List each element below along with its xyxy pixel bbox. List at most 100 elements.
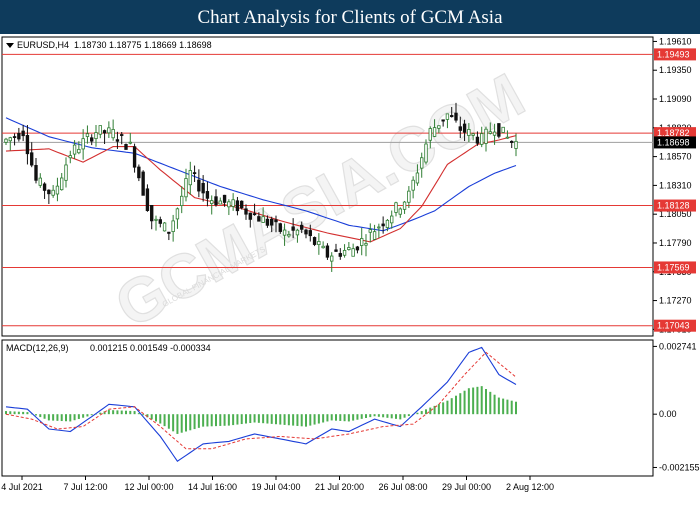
level-price-label: 1.18128 [657, 201, 690, 211]
candle-body [338, 253, 342, 257]
macd-hist-bar [313, 414, 316, 425]
macd-hist-bar [515, 401, 517, 415]
macd-hist-bar [339, 414, 342, 421]
macd-hist-bar [82, 414, 85, 418]
candle-body [38, 177, 42, 186]
candle-body [351, 248, 355, 257]
candle-body [501, 126, 505, 133]
macd-hist-bar [13, 411, 16, 415]
macd-hist-bar [296, 414, 299, 426]
macd-hist-bar [150, 414, 153, 420]
candle-body [484, 128, 488, 144]
macd-hist-bar [292, 414, 295, 426]
macd-hist-bar [442, 402, 445, 415]
candle-body [162, 222, 167, 232]
candle-body [372, 231, 377, 240]
candle-body [505, 136, 510, 139]
candle-body [432, 127, 437, 137]
macd-hist-bar [253, 414, 256, 423]
candle-body [111, 129, 115, 139]
macd-hist-bar [43, 414, 46, 419]
macd-hist-bar [335, 414, 337, 421]
candle-body [137, 166, 141, 179]
candle-body [415, 172, 420, 184]
macd-hist-bar [163, 414, 166, 427]
candle-body [342, 250, 347, 256]
x-tick-label: 2 Aug 12:00 [506, 482, 554, 492]
candle-body [102, 130, 107, 134]
level-price-label: 1.17043 [657, 321, 690, 331]
macd-hist-bar [69, 414, 72, 422]
macd-hist-bar [60, 414, 63, 422]
trading-chart[interactable]: 1.196101.193501.190901.188301.185701.183… [0, 34, 700, 500]
candle-body [55, 185, 60, 195]
candle-body [244, 208, 248, 215]
macd-hist-bar [210, 414, 213, 427]
macd-panel[interactable] [1, 339, 654, 477]
macd-hist-bar [176, 414, 179, 434]
macd-hist-bar [455, 395, 457, 415]
macd-hist-bar [56, 414, 59, 421]
macd-hist-bar [125, 410, 127, 415]
candle-body [60, 177, 64, 191]
macd-hist-bar [467, 388, 470, 415]
candle-body [270, 218, 274, 226]
macd-hist-bar [116, 410, 119, 415]
macd-hist-bar [245, 414, 247, 424]
macd-hist-bar [73, 414, 76, 421]
candle-body [402, 201, 407, 210]
candle-body [128, 141, 132, 144]
candle-body [510, 140, 514, 143]
macd-hist-bar [5, 411, 7, 415]
candle-body [265, 218, 270, 226]
price-y-tick-label: 1.19090 [659, 94, 692, 104]
candle-body [488, 131, 492, 134]
macd-title: MACD(12,26,9) [6, 343, 69, 353]
candle-body [334, 249, 338, 252]
macd-hist-bar [52, 414, 55, 421]
macd-hist-bar [193, 414, 196, 430]
macd-hist-bar [17, 411, 20, 415]
candle-body [471, 133, 475, 136]
candle-body [235, 200, 240, 212]
level-price-label: 1.19493 [657, 49, 690, 59]
price-y-tick-label: 1.18570 [659, 152, 692, 162]
candle-body [368, 229, 372, 233]
candle-body [21, 130, 25, 137]
x-axis: 4 Jul 2021 7 Jul 12:00 12 Jul 00:00 14 Jul … [1, 476, 554, 492]
macd-hist-bar [399, 414, 402, 420]
ohlc-values: 1.18730 1.18775 1.18669 1.18698 [74, 40, 212, 50]
macd-hist-bar [227, 414, 230, 426]
macd-hist-bar [326, 414, 329, 422]
macd-hist-bar [159, 414, 162, 424]
macd-hist-bar [236, 414, 239, 425]
macd-hist-bar [390, 414, 393, 419]
macd-hist-bar [232, 414, 235, 426]
macd-hist-bar [429, 407, 432, 415]
chart-svg[interactable]: 1.196101.193501.190901.188301.185701.183… [0, 34, 700, 500]
macd-hist-bar [437, 404, 440, 415]
macd-hist-bar [270, 414, 273, 424]
candle-body [124, 143, 128, 150]
macd-hist-bar [287, 414, 290, 426]
candle-body [462, 123, 467, 133]
candle-body [141, 171, 145, 196]
macd-hist-bar [275, 414, 277, 425]
candle-body [64, 164, 68, 181]
candle-body [304, 229, 308, 235]
macd-hist-bar [502, 398, 505, 415]
candle-body [445, 113, 450, 120]
candle-body [167, 231, 171, 234]
macd-hist-bar [343, 414, 346, 422]
macd-hist-bar [407, 414, 410, 417]
symbol-label: EURUSD,H4 [17, 40, 69, 50]
price-y-axis: 1.196101.193501.190901.188301.185701.183… [653, 36, 692, 334]
macd-y-tick-label: 0.002741 [659, 341, 697, 351]
macd-hist-bar [266, 414, 269, 424]
macd-hist-bar [167, 414, 170, 429]
candle-body [411, 179, 415, 191]
macd-values: 0.001215 0.001549 -0.000334 [90, 343, 211, 353]
candle-body [355, 246, 360, 251]
macd-hist-bar [472, 387, 475, 415]
macd-hist-bar [206, 414, 209, 427]
